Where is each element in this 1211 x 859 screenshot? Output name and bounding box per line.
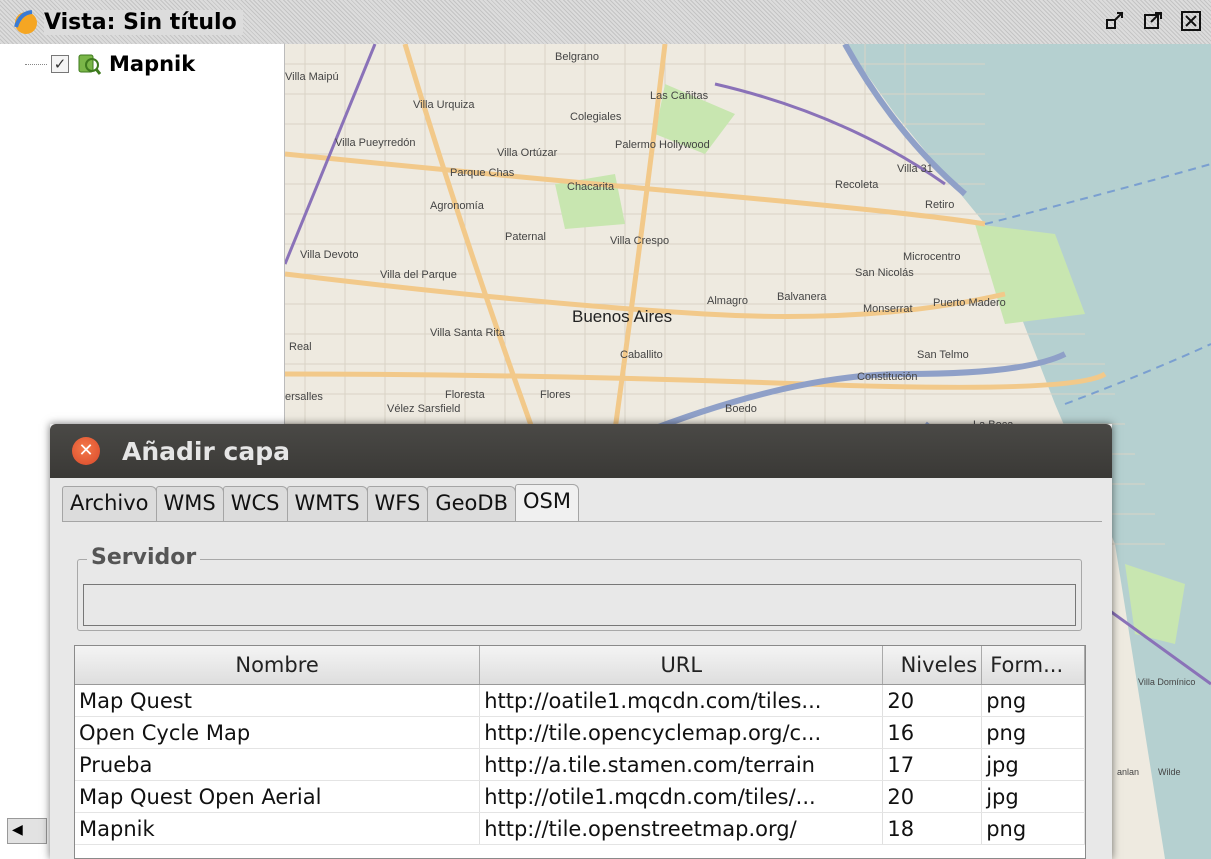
map-label: Agronomía bbox=[430, 200, 485, 212]
horizontal-scroll-left[interactable]: ◀ bbox=[7, 818, 47, 844]
tab-geodb[interactable]: GeoDB bbox=[427, 486, 516, 522]
map-label: Monserrat bbox=[863, 303, 913, 315]
map-city-label: Buenos Aires bbox=[572, 307, 672, 326]
cell-niveles: 20 bbox=[883, 685, 983, 716]
column-header-url[interactable]: URL bbox=[480, 646, 884, 684]
cell-nombre: Open Cycle Map bbox=[75, 717, 481, 748]
map-label: Colegiales bbox=[570, 111, 622, 123]
cell-formato: png bbox=[982, 813, 1085, 844]
maximize-icon[interactable] bbox=[1141, 9, 1165, 33]
cell-formato: jpg bbox=[982, 781, 1085, 812]
map-label: Puerto Madero bbox=[933, 297, 1006, 309]
cell-formato: jpg bbox=[982, 749, 1085, 780]
map-label: Flores bbox=[540, 389, 571, 401]
cell-niveles: 18 bbox=[883, 813, 983, 844]
map-label: Caballito bbox=[620, 349, 663, 361]
map-label: Almagro bbox=[707, 295, 748, 307]
map-label: Villa Santa Rita bbox=[430, 327, 506, 339]
map-label: ersalles bbox=[285, 391, 323, 403]
map-label: Recoleta bbox=[835, 179, 879, 191]
map-label: Balvanera bbox=[777, 291, 827, 303]
tree-connector bbox=[25, 63, 47, 65]
map-label: Villa Devoto bbox=[300, 249, 359, 261]
map-label: Belgrano bbox=[555, 51, 599, 63]
dialog-title: Añadir capa bbox=[122, 436, 290, 466]
table-row[interactable]: Map Quest Open Aerial http://otile1.mqcd… bbox=[75, 781, 1085, 813]
map-label: Real bbox=[289, 341, 312, 353]
table-row[interactable]: Mapnik http://tile.openstreetmap.org/ 18… bbox=[75, 813, 1085, 845]
cell-niveles: 20 bbox=[883, 781, 983, 812]
map-label: anlan bbox=[1117, 767, 1139, 777]
column-header-niveles[interactable]: Niveles bbox=[883, 646, 983, 684]
map-label: Villa Crespo bbox=[610, 235, 669, 247]
view-title: Vista: Sin título bbox=[44, 9, 243, 35]
map-label: San Nicolás bbox=[855, 267, 914, 279]
cell-nombre: Prueba bbox=[75, 749, 481, 780]
toc-layer-mapnik[interactable]: ✓ Mapnik bbox=[25, 52, 195, 76]
cell-url: http://a.tile.stamen.com/terrain bbox=[480, 749, 884, 780]
cell-url: http://tile.openstreetmap.org/ bbox=[480, 813, 884, 844]
gvsig-view-icon bbox=[14, 10, 37, 34]
cell-formato: png bbox=[982, 717, 1085, 748]
osm-servers-table: Nombre URL Niveles Form... Map Quest htt… bbox=[74, 645, 1086, 859]
cell-url: http://oatile1.mqcdn.com/tiles... bbox=[480, 685, 884, 716]
map-label: San Telmo bbox=[917, 349, 969, 361]
arrow-left-icon: ◀ bbox=[12, 822, 23, 838]
map-label: Las Cañitas bbox=[650, 90, 709, 102]
tab-archivo[interactable]: Archivo bbox=[62, 486, 157, 522]
map-label: Villa Pueyrredón bbox=[335, 137, 416, 149]
close-icon[interactable] bbox=[1179, 9, 1203, 33]
map-label: Villa 31 bbox=[897, 163, 933, 175]
map-label: Chacarita bbox=[567, 181, 615, 193]
dialog-title-bar[interactable]: ✕ Añadir capa bbox=[50, 424, 1112, 478]
map-label: Boedo bbox=[725, 403, 757, 415]
cell-url: http://tile.opencyclemap.org/c... bbox=[480, 717, 884, 748]
server-legend: Servidor bbox=[87, 545, 201, 570]
add-layer-dialog: ✕ Añadir capa Archivo WMS WCS WMTS WFS G… bbox=[50, 424, 1112, 859]
layer-map-icon bbox=[78, 54, 101, 75]
map-label: Villa Ortúzar bbox=[497, 147, 558, 159]
cell-niveles: 16 bbox=[883, 717, 983, 748]
layer-source-tabs: Archivo WMS WCS WMTS WFS GeoDB OSM bbox=[62, 484, 579, 522]
table-row[interactable]: Prueba http://a.tile.stamen.com/terrain … bbox=[75, 749, 1085, 781]
cell-nombre: Map Quest Open Aerial bbox=[75, 781, 481, 812]
map-label: Villa Urquiza bbox=[413, 99, 475, 111]
restore-icon[interactable] bbox=[1103, 9, 1127, 33]
map-label: Palermo Hollywood bbox=[615, 139, 710, 151]
tab-wms[interactable]: WMS bbox=[155, 486, 224, 522]
server-field[interactable] bbox=[83, 584, 1076, 626]
layer-name: Mapnik bbox=[109, 52, 196, 76]
map-label: Vélez Sarsfield bbox=[387, 403, 460, 415]
map-label: Villa Domínico bbox=[1138, 677, 1195, 687]
tab-wcs[interactable]: WCS bbox=[222, 486, 288, 522]
tab-wfs[interactable]: WFS bbox=[366, 486, 429, 522]
view-title-bar: Vista: Sin título bbox=[0, 0, 1211, 44]
cell-nombre: Mapnik bbox=[75, 813, 481, 844]
map-label: Villa Maipú bbox=[285, 71, 339, 83]
tabs-divider bbox=[62, 521, 1102, 522]
cell-niveles: 17 bbox=[883, 749, 983, 780]
tab-wmts[interactable]: WMTS bbox=[286, 486, 368, 522]
map-label: Wilde bbox=[1158, 767, 1181, 777]
table-row[interactable]: Map Quest http://oatile1.mqcdn.com/tiles… bbox=[75, 685, 1085, 717]
cell-formato: png bbox=[982, 685, 1085, 716]
table-row[interactable]: Open Cycle Map http://tile.opencyclemap.… bbox=[75, 717, 1085, 749]
column-header-formato[interactable]: Form... bbox=[982, 646, 1085, 684]
cell-url: http://otile1.mqcdn.com/tiles/... bbox=[480, 781, 884, 812]
map-label: Villa del Parque bbox=[380, 269, 457, 281]
table-header: Nombre URL Niveles Form... bbox=[75, 646, 1085, 685]
map-label: Floresta bbox=[445, 389, 486, 401]
dialog-close-button[interactable]: ✕ bbox=[72, 437, 100, 465]
cell-nombre: Map Quest bbox=[75, 685, 481, 716]
map-label: Retiro bbox=[925, 199, 954, 211]
map-label: Constitución bbox=[857, 371, 918, 383]
map-label: Microcentro bbox=[903, 251, 960, 263]
column-header-nombre[interactable]: Nombre bbox=[75, 646, 481, 684]
layer-visibility-checkbox[interactable]: ✓ bbox=[51, 55, 69, 73]
tab-osm[interactable]: OSM bbox=[514, 484, 579, 522]
map-label: Paternal bbox=[505, 231, 546, 243]
map-label: Parque Chas bbox=[450, 167, 515, 179]
